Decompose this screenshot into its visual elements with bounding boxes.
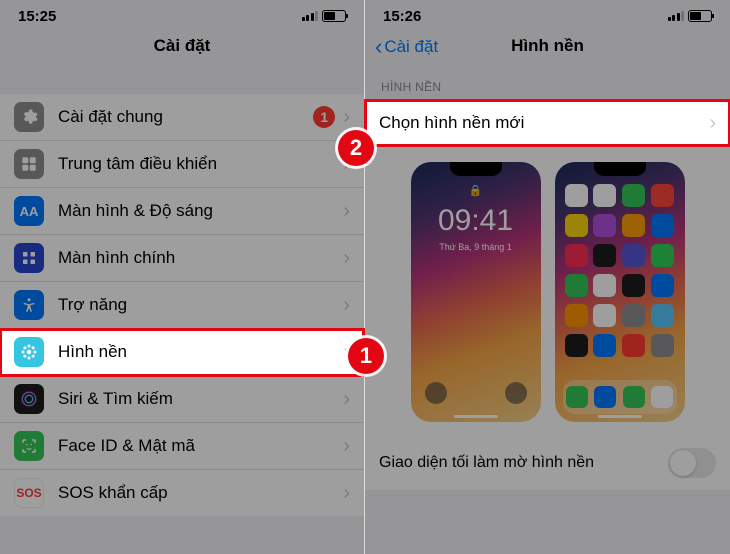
back-button[interactable]: ‹ Cài đặt [375,36,438,58]
display-icon: AA [14,196,44,226]
chevron-right-icon: › [343,482,350,505]
row-display[interactable]: AA Màn hình & Độ sáng › [0,188,364,235]
status-bar: 15:25 [0,0,364,28]
status-icons [668,10,713,22]
accessibility-icon [14,290,44,320]
toggle-label: Giao diện tối làm mờ hình nền [379,454,594,472]
row-label: Face ID & Mật mã [58,436,343,456]
sos-icon: SOS [14,478,44,508]
nav-header: ‹ Cài đặt Hình nền [365,28,730,66]
flashlight-icon [425,382,447,404]
row-faceid[interactable]: Face ID & Mật mã › [0,423,364,470]
preview-date: Thứ Ba, 9 tháng 1 [411,242,541,252]
annotation-step-2: 2 [338,130,374,166]
status-bar: 15:26 [365,0,730,28]
row-control-center[interactable]: Trung tâm điều khiển › [0,141,364,188]
row-siri[interactable]: Siri & Tìm kiếm › [0,376,364,423]
settings-list: Cài đặt chung 1 › Trung tâm điều khiển ›… [0,94,364,516]
nav-header: Cài đặt [0,28,364,66]
chevron-left-icon: ‹ [375,36,382,58]
row-label: Màn hình & Độ sáng [58,201,343,221]
row-home-screen[interactable]: Màn hình chính › [0,235,364,282]
chevron-right-icon: › [343,106,350,129]
chevron-right-icon: › [343,247,350,270]
lockscreen-preview[interactable]: 🔒 09:41 Thứ Ba, 9 tháng 1 [411,162,541,422]
wallpaper-list: Chọn hình nền mới › [365,100,730,146]
row-label: Màn hình chính [58,248,343,268]
battery-icon [688,10,712,22]
status-time: 15:26 [383,8,421,25]
row-label: Hình nền [58,342,343,362]
dark-dim-toggle[interactable] [668,448,716,478]
row-accessibility[interactable]: Trợ năng › [0,282,364,329]
chevron-right-icon: › [709,112,716,135]
back-label: Cài đặt [384,37,438,57]
row-label: Siri & Tìm kiếm [58,389,343,409]
chevron-right-icon: › [343,435,350,458]
status-icons [302,10,347,22]
notification-badge: 1 [313,106,335,128]
settings-screen: 15:25 Cài đặt Cài đặt chung 1 › Trung tâ… [0,0,365,554]
row-label: Cài đặt chung [58,107,313,127]
row-general[interactable]: Cài đặt chung 1 › [0,94,364,141]
wallpaper-preview: 🔒 09:41 Thứ Ba, 9 tháng 1 [365,146,730,436]
cellular-signal-icon [302,11,319,21]
row-sos[interactable]: SOS SOS khẩn cấp › [0,470,364,516]
chevron-right-icon: › [343,294,350,317]
control-center-icon [14,149,44,179]
homescreen-preview[interactable] [555,162,685,422]
home-screen-icon [14,243,44,273]
annotation-step-1: 1 [348,338,384,374]
camera-icon [505,382,527,404]
chevron-right-icon: › [343,388,350,411]
row-choose-wallpaper[interactable]: Chọn hình nền mới › [365,100,730,146]
siri-icon [14,384,44,414]
battery-icon [322,10,346,22]
chevron-right-icon: › [343,200,350,223]
faceid-icon [14,431,44,461]
gear-icon [14,102,44,132]
row-label: Chọn hình nền mới [379,109,709,137]
wallpaper-screen: 15:26 ‹ Cài đặt Hình nền HÌNH NỀN Chọn h… [365,0,730,554]
dock [563,380,677,414]
row-label: Trung tâm điều khiển [58,154,343,174]
page-title: Cài đặt [16,36,348,56]
row-label: SOS khẩn cấp [58,483,343,503]
cellular-signal-icon [668,11,685,21]
row-label: Trợ năng [58,295,343,315]
wallpaper-icon [14,337,44,367]
preview-clock: 09:41 [411,204,541,238]
section-header: HÌNH NỀN [365,66,730,100]
row-wallpaper[interactable]: Hình nền › [0,329,364,376]
lock-icon: 🔒 [469,184,483,197]
row-dark-dim: Giao diện tối làm mờ hình nền [365,436,730,490]
status-time: 15:25 [18,8,56,25]
